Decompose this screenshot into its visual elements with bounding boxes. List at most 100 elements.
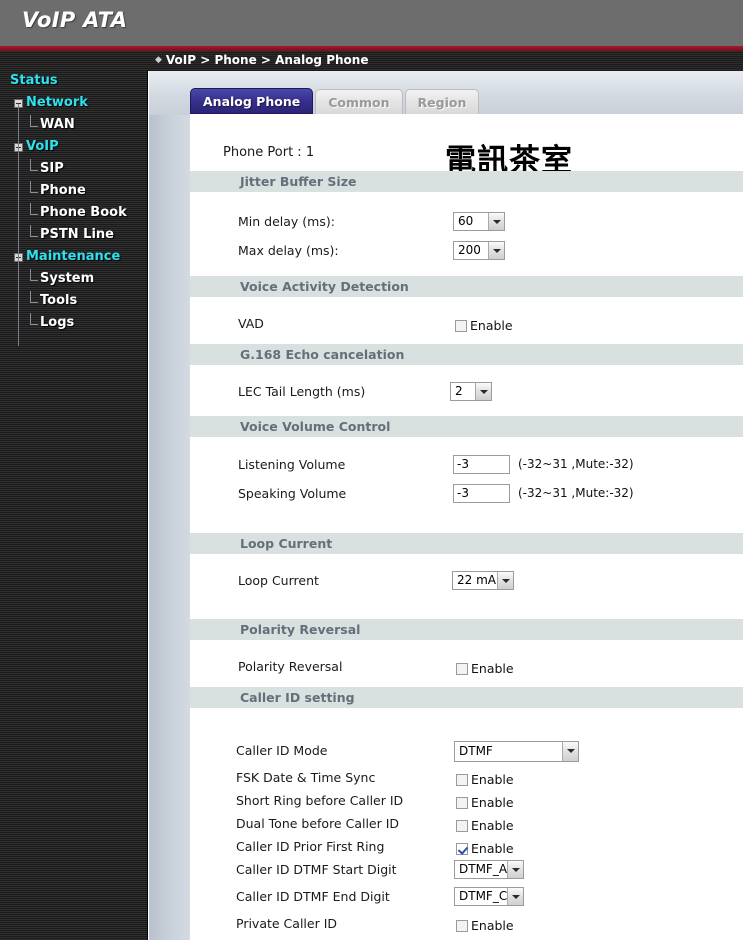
- tree-connector: [30, 324, 38, 325]
- sidebar-item-label: VoIP: [26, 139, 59, 154]
- min-delay-select[interactable]: 60: [453, 212, 505, 231]
- row-fsk-sync: FSK Date & Time Sync Enable: [190, 768, 743, 790]
- dual-tone-checkbox[interactable]: Enable: [456, 815, 514, 834]
- tree-connector: [30, 159, 31, 170]
- speaking-volume-input[interactable]: -3: [453, 484, 510, 503]
- loop-current-label: Loop Current: [238, 573, 319, 588]
- polarity-label: Polarity Reversal: [238, 659, 343, 674]
- chevron-down-icon[interactable]: [507, 888, 524, 905]
- cid-mode-value: DTMF: [459, 744, 493, 758]
- checkbox-icon[interactable]: [456, 774, 468, 786]
- prior-first-ring-label: Caller ID Prior First Ring: [236, 839, 385, 854]
- section-header-volume: Voice Volume Control: [190, 416, 743, 437]
- tab-analog-phone[interactable]: Analog Phone: [190, 88, 314, 114]
- tab-common[interactable]: Common: [315, 89, 403, 115]
- chevron-down-icon[interactable]: [488, 213, 504, 230]
- breadcrumb-text: VoIP > Phone > Analog Phone: [165, 53, 369, 67]
- tab-label: Common: [328, 95, 390, 110]
- row-vad: VAD Enable: [190, 314, 743, 336]
- sidebar-item-label: WAN: [40, 117, 75, 132]
- tree-connector: [30, 126, 38, 127]
- checkbox-icon[interactable]: [456, 843, 468, 855]
- section-header-vad: Voice Activity Detection: [190, 276, 743, 297]
- tree-connector: [30, 181, 31, 192]
- private-cid-label: Private Caller ID: [236, 916, 338, 931]
- lec-tail-value: 2: [455, 384, 463, 398]
- sidebar-item-label: Logs: [40, 315, 75, 330]
- loop-current-select[interactable]: 22 mA: [452, 571, 514, 590]
- vad-checkbox[interactable]: Enable: [455, 315, 513, 334]
- row-lec-tail: LEC Tail Length (ms) 2: [190, 382, 743, 404]
- section-title: Polarity Reversal: [240, 622, 361, 637]
- prior-first-ring-checkbox-label: Enable: [471, 841, 514, 856]
- dual-tone-label: Dual Tone before Caller ID: [236, 816, 400, 831]
- lec-tail-select[interactable]: 2: [450, 382, 492, 401]
- tree-connector: [30, 203, 31, 214]
- dtmf-start-label: Caller ID DTMF Start Digit: [236, 862, 397, 877]
- tree-connector: [30, 236, 38, 237]
- loop-current-value: 22 mA: [457, 573, 496, 587]
- phone-port-label: Phone Port : 1: [223, 145, 315, 160]
- tree-connector: [30, 280, 38, 281]
- section-header-jitter: Jitter Buffer Size: [190, 171, 743, 192]
- checkbox-icon[interactable]: [456, 820, 468, 832]
- vad-label: VAD: [238, 316, 264, 331]
- checkbox-icon[interactable]: [456, 920, 468, 932]
- sidebar-item-label: Phone: [40, 183, 86, 198]
- tree-connector: [30, 269, 31, 280]
- sidebar-item-label: PSTN Line: [40, 227, 114, 242]
- section-title: Voice Volume Control: [240, 419, 391, 434]
- chevron-down-icon[interactable]: [562, 742, 578, 761]
- row-dual-tone: Dual Tone before Caller ID Enable: [190, 814, 743, 836]
- fsk-sync-checkbox[interactable]: Enable: [456, 769, 514, 788]
- chevron-down-icon[interactable]: [475, 383, 491, 400]
- dtmf-end-label: Caller ID DTMF End Digit: [236, 889, 390, 904]
- tree-connector: [30, 115, 31, 126]
- checkbox-icon[interactable]: [455, 320, 467, 332]
- row-loop-current: Loop Current 22 mA: [190, 571, 743, 593]
- tree-connector: [30, 313, 31, 324]
- dtmf-end-select[interactable]: DTMF_C: [454, 887, 524, 906]
- speaking-volume-label: Speaking Volume: [238, 486, 347, 501]
- polarity-checkbox-label: Enable: [471, 661, 514, 676]
- page-root: VoIP ATA ◆ VoIP > Phone > Analog Phone St…: [0, 0, 743, 940]
- sidebar-item-label: SIP: [40, 161, 64, 176]
- section-title: Caller ID setting: [240, 690, 355, 705]
- fsk-sync-label: FSK Date & Time Sync: [236, 770, 376, 785]
- max-delay-select[interactable]: 200: [453, 241, 505, 260]
- checkbox-icon[interactable]: [456, 663, 468, 675]
- dtmf-end-value: DTMF_C: [459, 889, 508, 903]
- chevron-down-icon[interactable]: [507, 861, 524, 878]
- tree-connector: [30, 192, 38, 193]
- dtmf-start-value: DTMF_A: [459, 862, 508, 876]
- app-banner: VoIP ATA: [0, 0, 743, 46]
- cid-mode-select[interactable]: DTMF: [454, 741, 579, 762]
- tab-region[interactable]: Region: [404, 89, 480, 115]
- chevron-down-icon[interactable]: [488, 242, 504, 259]
- short-ring-checkbox[interactable]: Enable: [456, 792, 514, 811]
- short-ring-checkbox-label: Enable: [471, 795, 514, 810]
- private-cid-checkbox[interactable]: Enable: [456, 915, 514, 934]
- sidebar-item-label: Tools: [40, 293, 78, 308]
- checkbox-icon[interactable]: [456, 797, 468, 809]
- vad-checkbox-label: Enable: [470, 318, 513, 333]
- lec-tail-label: LEC Tail Length (ms): [238, 384, 366, 399]
- sidebar-item-label: Maintenance: [26, 249, 121, 264]
- dual-tone-checkbox-label: Enable: [471, 818, 514, 833]
- row-dtmf-end: Caller ID DTMF End Digit DTMF_C: [190, 887, 743, 909]
- tree-trunk-line: [18, 104, 19, 346]
- min-delay-value: 60: [458, 214, 474, 228]
- speaking-volume-hint: (-32~31 ,Mute:-32): [518, 486, 634, 500]
- polarity-checkbox[interactable]: Enable: [456, 658, 514, 677]
- chevron-down-icon[interactable]: [497, 572, 513, 589]
- fsk-sync-checkbox-label: Enable: [471, 772, 514, 787]
- private-cid-checkbox-label: Enable: [471, 918, 514, 933]
- tab-bar: Analog Phone Common Region: [190, 88, 481, 115]
- dtmf-start-select[interactable]: DTMF_A: [454, 860, 524, 879]
- row-private-cid: Private Caller ID Enable: [190, 914, 743, 936]
- prior-first-ring-checkbox[interactable]: Enable: [456, 838, 514, 857]
- section-header-loop: Loop Current: [190, 533, 743, 554]
- section-header-callerid: Caller ID setting: [190, 687, 743, 708]
- listening-volume-input[interactable]: -3: [453, 455, 510, 474]
- section-title: Voice Activity Detection: [240, 279, 409, 294]
